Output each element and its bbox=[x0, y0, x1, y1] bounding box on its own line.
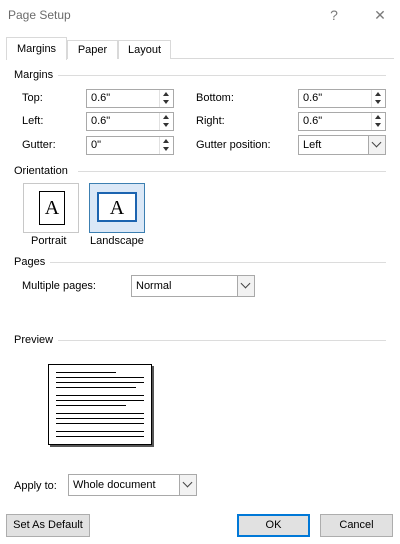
margins-section-line bbox=[58, 75, 386, 76]
top-margin-value: 0.6" bbox=[91, 92, 111, 104]
apply-to-select[interactable]: Whole document bbox=[68, 474, 197, 496]
margins-section-label: Margins bbox=[14, 69, 54, 81]
portrait-glyph: A bbox=[44, 197, 60, 219]
landscape-option[interactable]: A bbox=[89, 183, 145, 233]
right-margin-value: 0.6" bbox=[303, 115, 323, 127]
ok-button[interactable]: OK bbox=[237, 514, 310, 537]
pages-section-label: Pages bbox=[14, 256, 46, 268]
left-margin-increment-icon[interactable] bbox=[160, 113, 173, 121]
left-margin-value: 0.6" bbox=[91, 115, 111, 127]
close-icon[interactable]: ✕ bbox=[366, 4, 394, 26]
tab-layout[interactable]: Layout bbox=[118, 40, 171, 59]
portrait-option[interactable]: A bbox=[23, 183, 79, 233]
multiple-pages-select[interactable]: Normal bbox=[131, 275, 255, 297]
gutter-increment-icon[interactable] bbox=[160, 137, 173, 145]
bottom-margin-label: Bottom: bbox=[196, 92, 234, 104]
preview-section-label: Preview bbox=[14, 334, 54, 346]
bottom-margin-stepper[interactable]: 0.6" bbox=[298, 89, 386, 108]
tab-paper[interactable]: Paper bbox=[67, 40, 118, 59]
pages-section-line bbox=[50, 262, 386, 263]
bottom-margin-increment-icon[interactable] bbox=[372, 90, 385, 98]
preview-page bbox=[48, 364, 152, 445]
help-icon[interactable]: ? bbox=[320, 4, 348, 26]
gutter-stepper[interactable]: 0" bbox=[86, 136, 174, 155]
preview-section-line bbox=[58, 340, 386, 341]
right-margin-stepper[interactable]: 0.6" bbox=[298, 112, 386, 131]
cancel-button[interactable]: Cancel bbox=[320, 514, 393, 537]
landscape-glyph: A bbox=[109, 197, 125, 219]
landscape-label: Landscape bbox=[90, 235, 144, 247]
tab-margins[interactable]: Margins bbox=[6, 37, 67, 60]
bottom-margin-decrement-icon[interactable] bbox=[372, 98, 385, 106]
right-margin-label: Right: bbox=[196, 115, 225, 127]
chevron-down-icon[interactable] bbox=[368, 136, 385, 154]
window-title: Page Setup bbox=[8, 8, 71, 22]
portrait-page-icon: A bbox=[39, 191, 65, 225]
top-margin-increment-icon[interactable] bbox=[160, 90, 173, 98]
top-margin-label: Top: bbox=[22, 92, 43, 104]
chevron-down-icon[interactable] bbox=[237, 276, 254, 296]
portrait-label: Portrait bbox=[31, 235, 67, 247]
multiple-pages-value: Normal bbox=[136, 280, 172, 292]
apply-to-value: Whole document bbox=[73, 479, 156, 491]
landscape-page-icon: A bbox=[97, 192, 137, 222]
chevron-down-icon[interactable] bbox=[179, 475, 196, 495]
apply-to-label: Apply to: bbox=[14, 480, 57, 492]
orientation-section-line bbox=[78, 171, 386, 172]
top-margin-stepper[interactable]: 0.6" bbox=[86, 89, 174, 108]
right-margin-decrement-icon[interactable] bbox=[372, 121, 385, 129]
gutter-position-select[interactable]: Left bbox=[298, 135, 386, 155]
bottom-margin-value: 0.6" bbox=[303, 92, 323, 104]
gutter-position-label: Gutter position: bbox=[196, 139, 271, 151]
left-margin-stepper[interactable]: 0.6" bbox=[86, 112, 174, 131]
left-margin-label: Left: bbox=[22, 115, 44, 127]
gutter-value: 0" bbox=[91, 139, 102, 151]
set-as-default-button[interactable]: Set As Default bbox=[6, 514, 90, 537]
gutter-position-value: Left bbox=[303, 139, 322, 151]
top-margin-decrement-icon[interactable] bbox=[160, 98, 173, 106]
right-margin-increment-icon[interactable] bbox=[372, 113, 385, 121]
gutter-decrement-icon[interactable] bbox=[160, 145, 173, 153]
orientation-section-label: Orientation bbox=[14, 165, 68, 177]
multiple-pages-label: Multiple pages: bbox=[22, 280, 96, 292]
gutter-label: Gutter: bbox=[22, 139, 56, 151]
left-margin-decrement-icon[interactable] bbox=[160, 121, 173, 129]
